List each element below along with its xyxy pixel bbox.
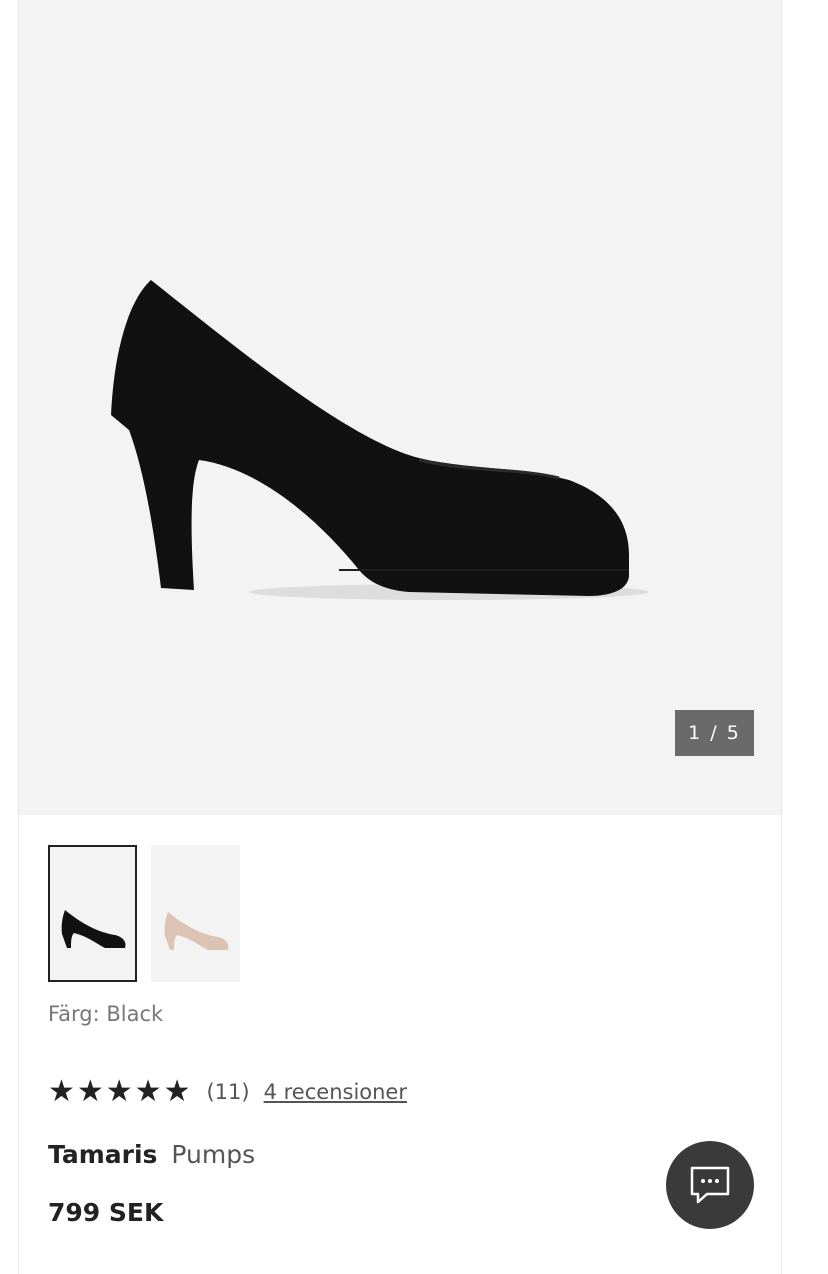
product-brand: Tamaris xyxy=(48,1140,158,1169)
rating-row: ★★★★★ (11) 4 recensioner xyxy=(48,1077,407,1107)
image-counter: 1 / 5 xyxy=(675,710,754,756)
product-type: Pumps xyxy=(171,1140,256,1169)
variant-thumb-black[interactable] xyxy=(48,845,137,982)
chat-button[interactable] xyxy=(666,1141,754,1229)
selected-color-label: Färg: Black xyxy=(48,1002,164,1026)
product-image-black-pump xyxy=(111,280,649,600)
variant-thumb-beige[interactable] xyxy=(151,845,240,982)
product-image-gallery[interactable]: 1 / 5 xyxy=(19,0,781,815)
product-page: 1 / 5 Färg: Black ★★★★★ (11) 4 recension… xyxy=(18,0,782,1274)
rating-stars: ★★★★★ xyxy=(48,1074,193,1109)
product-price: 799 SEK xyxy=(48,1198,164,1227)
chat-bubble-icon xyxy=(690,1166,730,1204)
rating-count: (11) xyxy=(206,1080,250,1104)
black-pump-thumbnail xyxy=(61,910,126,948)
reviews-link[interactable]: 4 recensioner xyxy=(264,1080,407,1104)
color-variant-thumbnails xyxy=(48,845,240,982)
beige-pump-thumbnail xyxy=(164,912,229,950)
product-title: Tamaris Pumps xyxy=(48,1140,255,1169)
